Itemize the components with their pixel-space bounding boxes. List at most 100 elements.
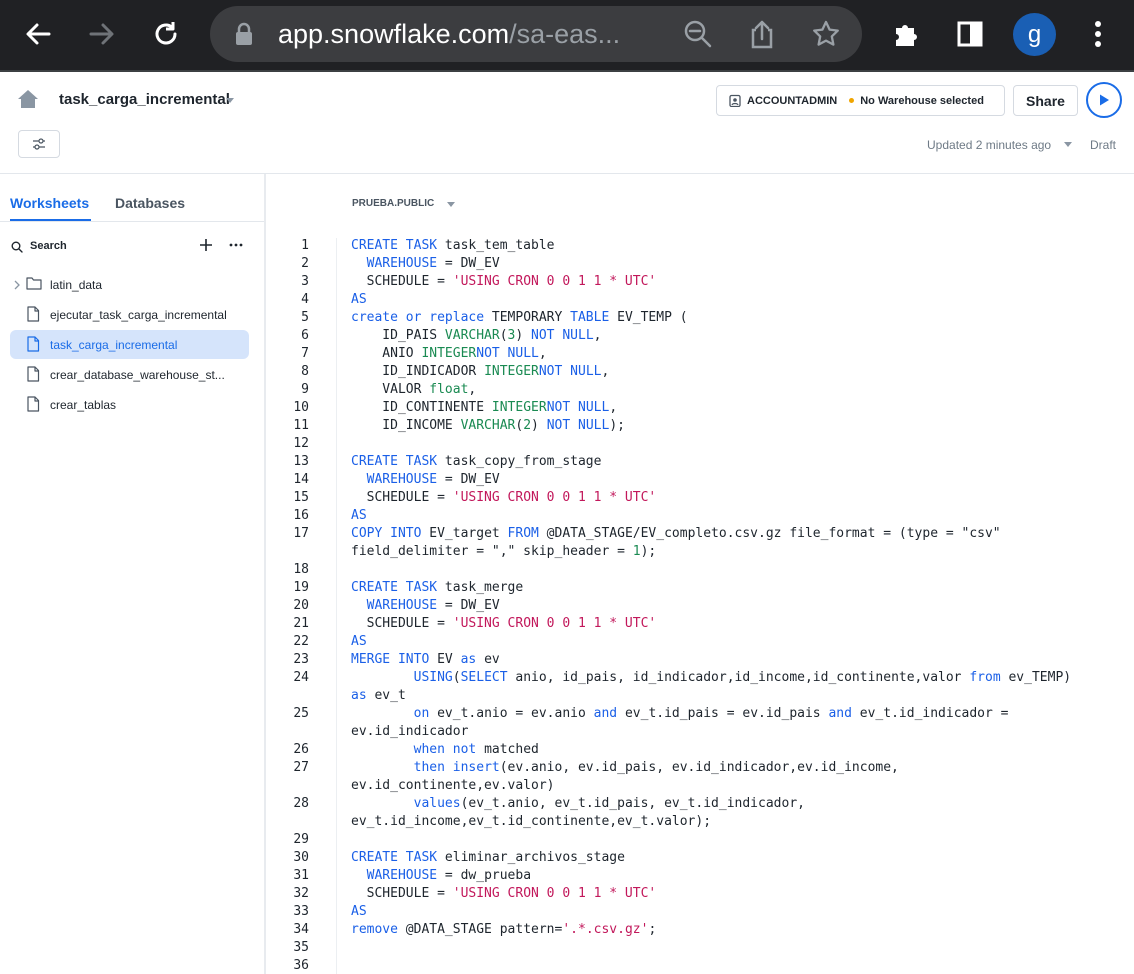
- code-text: values(ev_t.anio, ev_t.id_pais, ev_t.id_…: [351, 795, 805, 813]
- chevron-down-icon[interactable]: [1064, 142, 1072, 147]
- forward-icon[interactable]: [82, 14, 122, 54]
- lock-icon[interactable]: [234, 22, 254, 51]
- share-button[interactable]: Share: [1013, 85, 1078, 116]
- type-token: VARCHAR: [444, 328, 500, 343]
- keyword-token: when not: [413, 742, 477, 757]
- code-text: then insert(ev.anio, ev.id_pais, ev.id_i…: [351, 759, 899, 777]
- line-number: 14: [293, 472, 309, 487]
- chevron-right-icon[interactable]: [13, 279, 21, 293]
- role-warehouse-selector[interactable]: ACCOUNTADMIN No Warehouse selected: [716, 85, 1005, 116]
- home-icon[interactable]: [16, 88, 40, 115]
- keyword-token: AS: [351, 292, 367, 307]
- line-number: 10: [293, 400, 309, 415]
- text-token: matched: [476, 742, 539, 757]
- text-token: ev_t.id_indicador =: [851, 706, 1009, 721]
- worksheet-title[interactable]: task_carga_incremental: [59, 91, 230, 108]
- text-token: (ev_t.anio, ev_t.id_pais, ev_t.id_indica…: [460, 796, 805, 811]
- tab-databases[interactable]: Databases: [115, 195, 185, 211]
- text-token: = DW_EV: [437, 256, 500, 271]
- sidebar-resizer[interactable]: [264, 174, 266, 974]
- keyword-token: AS: [351, 508, 367, 523]
- keyword-token: MERGE INTO: [351, 652, 430, 667]
- sidebar-item-crear-tablas[interactable]: crear_tablas: [10, 390, 249, 419]
- schema-selector[interactable]: PRUEBA.PUBLIC: [352, 198, 434, 209]
- zoom-out-icon[interactable]: [682, 18, 714, 50]
- role-icon: [729, 94, 741, 107]
- sidebar-item-task-carga-incremental[interactable]: task_carga_incremental: [10, 330, 249, 359]
- chevron-down-icon[interactable]: [226, 98, 234, 103]
- url-text[interactable]: app.snowflake.com/sa-eas...: [278, 18, 620, 50]
- more-options-icon[interactable]: [228, 237, 244, 253]
- code-text: AS: [351, 633, 367, 651]
- keyword-token: and: [593, 706, 618, 721]
- text-token: @DATA_STAGE/EV_completo.csv.gz file_form…: [538, 526, 1001, 541]
- chevron-down-icon[interactable]: [447, 202, 455, 207]
- sidebar-item-latin-data[interactable]: latin_data: [10, 270, 249, 299]
- text-token: = DW_EV: [437, 598, 500, 613]
- type-token: 2: [523, 418, 532, 433]
- back-icon[interactable]: [18, 14, 58, 54]
- line-number: 12: [293, 436, 309, 451]
- line-number: 30: [293, 850, 309, 865]
- code-text: CREATE TASK eliminar_archivos_stage: [351, 849, 625, 867]
- line-number: 20: [293, 598, 309, 613]
- tabs-divider: [0, 221, 264, 222]
- line-number: 13: [293, 454, 309, 469]
- keyword-token: CREATE TASK: [351, 238, 438, 253]
- string-token: 'USING CRON 0 0 1 1 * UTC': [452, 886, 657, 901]
- code-text: ev.id_indicador: [351, 723, 468, 741]
- line-number: 15: [293, 490, 309, 505]
- line-number: 29: [293, 832, 309, 847]
- line-number: 6: [301, 328, 309, 343]
- line-number: 26: [293, 742, 309, 757]
- keyword-token: on: [413, 706, 430, 721]
- share-page-icon[interactable]: [746, 18, 778, 50]
- text-token: ): [515, 328, 532, 343]
- line-number: 33: [293, 904, 309, 919]
- search-input[interactable]: Search: [30, 240, 67, 252]
- type-token: VARCHAR: [460, 418, 516, 433]
- text-token: SCHEDULE =: [351, 886, 453, 901]
- sidebar-item-crear-database[interactable]: crear_database_warehouse_st...: [10, 360, 249, 389]
- string-token: 'USING CRON 0 0 1 1 * UTC': [452, 274, 657, 289]
- line-number: 35: [293, 940, 309, 955]
- text-token: ,: [538, 346, 547, 361]
- add-icon[interactable]: [198, 237, 214, 253]
- bookmark-star-icon[interactable]: [810, 18, 842, 50]
- side-panel-icon[interactable]: [950, 14, 990, 54]
- warehouse-status-dot: [849, 98, 855, 103]
- keyword-token: COPY INTO: [351, 526, 422, 541]
- reload-icon[interactable]: [146, 14, 186, 54]
- run-button[interactable]: [1086, 82, 1122, 118]
- code-text: AS: [351, 507, 367, 525]
- keyword-token: NOT NULL: [546, 418, 610, 433]
- text-token: TEMPORARY: [484, 310, 571, 325]
- line-number: 25: [293, 706, 309, 721]
- keyword-token: FROM: [507, 526, 539, 541]
- text-token: (: [452, 670, 461, 685]
- address-bar[interactable]: app.snowflake.com/sa-eas...: [210, 6, 862, 62]
- extensions-icon[interactable]: [886, 14, 926, 54]
- code-text: ID_INDICADOR INTEGERNOT NULL,: [351, 363, 609, 381]
- text-token: ,: [601, 364, 610, 379]
- text-token: task_merge: [437, 580, 524, 595]
- tab-worksheets[interactable]: Worksheets: [10, 195, 89, 211]
- line-number: 32: [293, 886, 309, 901]
- sidebar-item-ejecutar-task[interactable]: ejecutar_task_carga_incremental: [10, 300, 249, 329]
- text-token: ;: [648, 922, 657, 937]
- browser-menu-icon[interactable]: [1078, 14, 1118, 54]
- sliders-icon: [33, 138, 45, 150]
- search-icon[interactable]: [11, 240, 23, 258]
- text-token: ,: [593, 328, 602, 343]
- code-text: COPY INTO EV_target FROM @DATA_STAGE/EV_…: [351, 525, 1001, 543]
- sidebar-item-label: ejecutar_task_carga_incremental: [50, 308, 227, 322]
- last-updated-text[interactable]: Updated 2 minutes ago: [927, 138, 1051, 152]
- line-number: 31: [293, 868, 309, 883]
- filter-settings-button[interactable]: [18, 130, 60, 158]
- text-token: = DW_EV: [437, 472, 500, 487]
- text-token: EV_TEMP (: [609, 310, 688, 325]
- keyword-token: USING: [413, 670, 453, 685]
- profile-avatar[interactable]: g: [1013, 13, 1056, 56]
- text-token: ID_INDICADOR: [351, 364, 485, 379]
